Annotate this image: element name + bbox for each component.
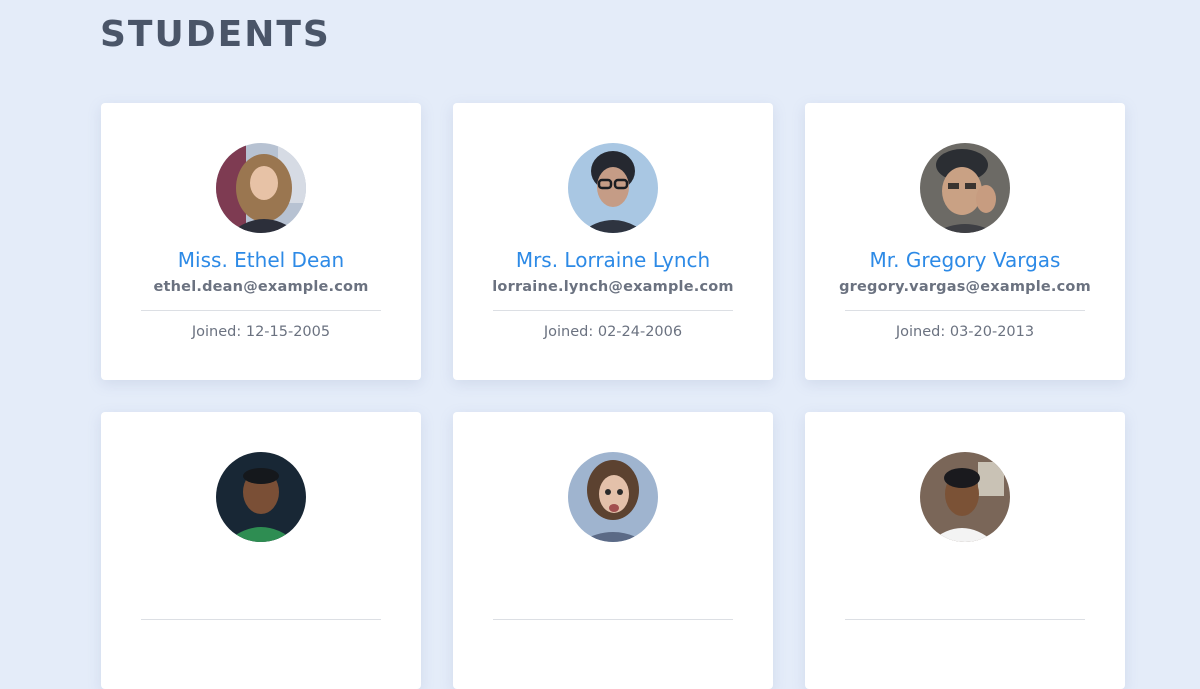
student-card[interactable]	[453, 412, 773, 689]
avatar	[216, 452, 306, 542]
joined-date: Joined: 02-24-2006	[543, 324, 683, 340]
divider	[493, 619, 733, 620]
student-email: ethel.dean@example.com	[153, 279, 369, 295]
student-email: lorraine.lynch@example.com	[492, 279, 734, 295]
student-card[interactable]	[805, 412, 1125, 689]
avatar	[216, 143, 306, 233]
divider	[845, 310, 1085, 311]
divider	[141, 310, 381, 311]
student-name: Mr. Gregory Vargas	[869, 248, 1061, 272]
divider	[493, 310, 733, 311]
avatar	[920, 143, 1010, 233]
student-card[interactable]: Miss. Ethel Dean ethel.dean@example.com …	[101, 103, 421, 380]
joined-date: Joined: 12-15-2005	[191, 324, 331, 340]
student-name: Miss. Ethel Dean	[177, 248, 345, 272]
student-name: Mrs. Lorraine Lynch	[515, 248, 711, 272]
student-email: gregory.vargas@example.com	[839, 279, 1091, 295]
avatar	[920, 452, 1010, 542]
avatar	[568, 143, 658, 233]
joined-date: Joined: 03-20-2013	[895, 324, 1035, 340]
student-card[interactable]: Mr. Gregory Vargas gregory.vargas@exampl…	[805, 103, 1125, 380]
student-card[interactable]	[101, 412, 421, 689]
avatar	[568, 452, 658, 542]
student-card[interactable]: Mrs. Lorraine Lynch lorraine.lynch@examp…	[453, 103, 773, 380]
divider	[141, 619, 381, 620]
page-title: STUDENTS	[100, 14, 331, 55]
divider	[845, 619, 1085, 620]
